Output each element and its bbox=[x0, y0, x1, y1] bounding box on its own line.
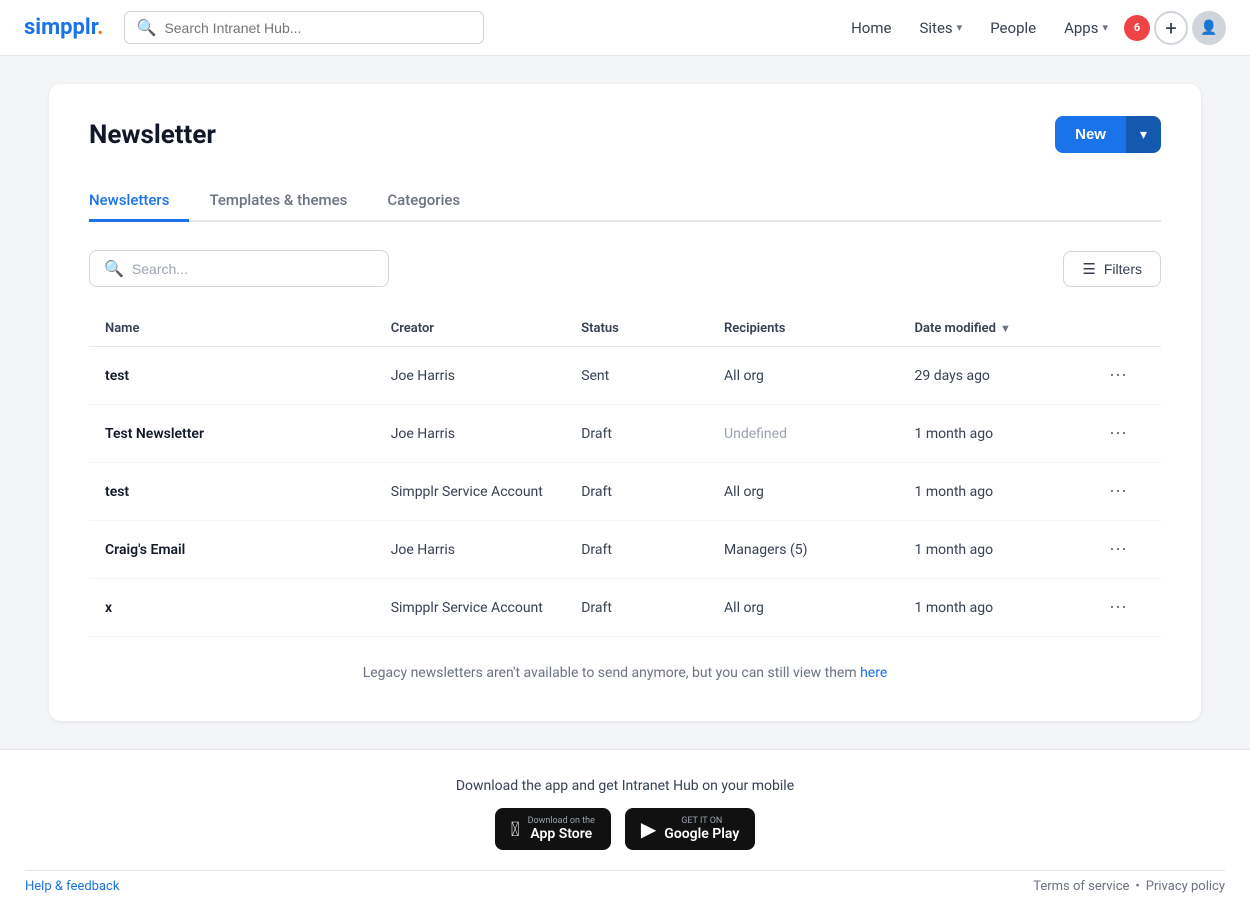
tab-newsletters[interactable]: Newsletters bbox=[89, 181, 189, 222]
privacy-link[interactable]: Privacy policy bbox=[1146, 879, 1225, 894]
cell-status: Draft bbox=[581, 542, 724, 558]
cell-date: 1 month ago bbox=[915, 484, 1105, 500]
page-title: Newsletter bbox=[89, 120, 216, 150]
list-search-input[interactable] bbox=[132, 261, 374, 277]
add-button[interactable]: + bbox=[1154, 11, 1188, 45]
cell-name: Craig's Email bbox=[105, 542, 391, 558]
table-row[interactable]: x Simpplr Service Account Draft All org … bbox=[89, 579, 1161, 637]
table-body: test Joe Harris Sent All org 29 days ago… bbox=[89, 347, 1161, 637]
cell-actions: ⋯ bbox=[1105, 361, 1145, 390]
more-options-button[interactable]: ⋯ bbox=[1105, 419, 1131, 448]
legacy-note: Legacy newsletters aren't available to s… bbox=[89, 665, 1161, 681]
col-name: Name bbox=[105, 321, 391, 336]
sort-icon: ▼ bbox=[1000, 322, 1011, 335]
cell-actions: ⋯ bbox=[1105, 593, 1145, 622]
cell-creator: Joe Harris bbox=[391, 426, 581, 442]
new-button[interactable]: New bbox=[1055, 116, 1126, 153]
toolbar: 🔍 ☰ Filters bbox=[89, 250, 1161, 287]
logo[interactable]: simpplr. bbox=[24, 15, 104, 40]
navbar: simpplr. 🔍 Home Sites ▾ People Apps ▾ 6 … bbox=[0, 0, 1250, 56]
google-play-button[interactable]: ▶ GET IT ON Google Play bbox=[625, 808, 755, 850]
avatar[interactable]: 👤 bbox=[1192, 11, 1226, 45]
cell-recipients: Undefined bbox=[724, 426, 914, 442]
cell-status: Draft bbox=[581, 426, 724, 442]
cell-date: 29 days ago bbox=[915, 368, 1105, 384]
cell-date: 1 month ago bbox=[915, 426, 1105, 442]
terms-link[interactable]: Terms of service bbox=[1033, 879, 1129, 894]
cell-status: Draft bbox=[581, 600, 724, 616]
tabs: Newsletters Templates & themes Categorie… bbox=[89, 181, 1161, 222]
logo-text: simpplr. bbox=[24, 15, 104, 40]
cell-recipients: Managers (5) bbox=[724, 542, 914, 558]
cell-date: 1 month ago bbox=[915, 600, 1105, 616]
legacy-link[interactable]: here bbox=[860, 665, 887, 681]
more-options-button[interactable]: ⋯ bbox=[1105, 477, 1131, 506]
nav-home[interactable]: Home bbox=[839, 13, 903, 43]
avatar-initials: 👤 bbox=[1200, 20, 1217, 36]
search-input[interactable] bbox=[164, 20, 470, 36]
cell-actions: ⋯ bbox=[1105, 419, 1145, 448]
col-creator: Creator bbox=[391, 321, 581, 336]
cell-actions: ⋯ bbox=[1105, 535, 1145, 564]
cell-status: Draft bbox=[581, 484, 724, 500]
google-play-icon: ▶ bbox=[641, 817, 656, 841]
cell-creator: Simpplr Service Account bbox=[391, 600, 581, 616]
cell-name: test bbox=[105, 368, 391, 384]
plus-icon: + bbox=[1165, 16, 1176, 40]
footer-apps:  Download on the App Store ▶ GET IT ON … bbox=[24, 808, 1226, 850]
search-icon: 🔍 bbox=[137, 18, 157, 37]
page-header: Newsletter New ▾ bbox=[89, 116, 1161, 153]
footer-download-title: Download the app and get Intranet Hub on… bbox=[24, 778, 1226, 794]
col-actions bbox=[1105, 321, 1145, 336]
table-row[interactable]: test Simpplr Service Account Draft All o… bbox=[89, 463, 1161, 521]
col-date-modified[interactable]: Date modified ▼ bbox=[915, 321, 1105, 336]
new-button-group: New ▾ bbox=[1055, 116, 1161, 153]
cell-name: x bbox=[105, 600, 391, 616]
help-feedback-link[interactable]: Help & feedback bbox=[25, 879, 119, 894]
newsletter-card: Newsletter New ▾ Newsletters Templates &… bbox=[49, 84, 1201, 721]
app-store-button[interactable]:  Download on the App Store bbox=[495, 808, 611, 850]
table-row[interactable]: test Joe Harris Sent All org 29 days ago… bbox=[89, 347, 1161, 405]
table-row[interactable]: Craig's Email Joe Harris Draft Managers … bbox=[89, 521, 1161, 579]
nav-sites[interactable]: Sites ▾ bbox=[907, 13, 974, 43]
filters-button[interactable]: ☰ Filters bbox=[1063, 251, 1161, 287]
cell-date: 1 month ago bbox=[915, 542, 1105, 558]
global-search[interactable]: 🔍 bbox=[124, 11, 484, 44]
cell-creator: Joe Harris bbox=[391, 542, 581, 558]
cell-name: Test Newsletter bbox=[105, 426, 391, 442]
tab-categories[interactable]: Categories bbox=[367, 181, 480, 222]
chevron-down-icon: ▾ bbox=[1140, 126, 1147, 143]
filter-icon: ☰ bbox=[1082, 260, 1095, 278]
main-content: Newsletter New ▾ Newsletters Templates &… bbox=[25, 84, 1225, 721]
cell-recipients: All org bbox=[724, 600, 914, 616]
cell-name: test bbox=[105, 484, 391, 500]
list-search[interactable]: 🔍 bbox=[89, 250, 389, 287]
table-header: Name Creator Status Recipients Date modi… bbox=[89, 311, 1161, 347]
cell-creator: Simpplr Service Account bbox=[391, 484, 581, 500]
cell-creator: Joe Harris bbox=[391, 368, 581, 384]
nav-apps[interactable]: Apps ▾ bbox=[1052, 13, 1120, 43]
col-recipients: Recipients bbox=[724, 321, 914, 336]
cell-recipients: All org bbox=[724, 484, 914, 500]
footer: Download the app and get Intranet Hub on… bbox=[0, 749, 1250, 910]
col-status: Status bbox=[581, 321, 724, 336]
new-button-dropdown[interactable]: ▾ bbox=[1126, 116, 1161, 153]
apple-icon:  bbox=[511, 817, 520, 841]
chevron-down-icon: ▾ bbox=[957, 21, 963, 34]
cell-status: Sent bbox=[581, 368, 724, 384]
tab-templates-themes[interactable]: Templates & themes bbox=[189, 181, 367, 222]
more-options-button[interactable]: ⋯ bbox=[1105, 535, 1131, 564]
cell-actions: ⋯ bbox=[1105, 477, 1145, 506]
cell-recipients: All org bbox=[724, 368, 914, 384]
more-options-button[interactable]: ⋯ bbox=[1105, 361, 1131, 390]
chevron-down-icon: ▾ bbox=[1102, 21, 1108, 34]
search-icon: 🔍 bbox=[104, 259, 124, 278]
nav-people[interactable]: People bbox=[978, 13, 1048, 43]
table-row[interactable]: Test Newsletter Joe Harris Draft Undefin… bbox=[89, 405, 1161, 463]
nav-links: Home Sites ▾ People Apps ▾ 6 + 👤 bbox=[839, 11, 1226, 45]
footer-links: Help & feedback Terms of service • Priva… bbox=[25, 870, 1225, 894]
more-options-button[interactable]: ⋯ bbox=[1105, 593, 1131, 622]
notification-badge[interactable]: 6 bbox=[1124, 15, 1150, 41]
footer-right-links: Terms of service • Privacy policy bbox=[1033, 879, 1225, 894]
